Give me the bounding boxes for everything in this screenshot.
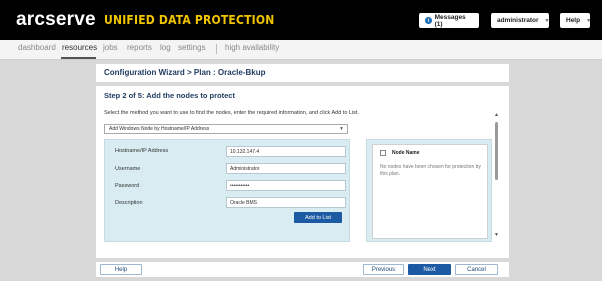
- selected-nodes-panel: Node Name No nodes have been chosen for …: [366, 139, 492, 242]
- help-label: Help: [566, 17, 581, 24]
- nav-resources[interactable]: resources: [62, 43, 97, 52]
- wizard-step-panel: Step 2 of 5: Add the nodes to protect Se…: [96, 86, 509, 258]
- info-icon: i: [425, 17, 432, 24]
- cancel-button[interactable]: Cancel: [455, 264, 498, 275]
- step-title: Step 2 of 5: Add the nodes to protect: [104, 91, 235, 100]
- active-tab-indicator: [61, 57, 96, 59]
- scroll-down-icon[interactable]: ▼: [494, 232, 499, 238]
- username-input[interactable]: Administrator: [226, 163, 346, 174]
- vertical-scrollbar[interactable]: ▲ ▼: [494, 112, 500, 240]
- nav-settings[interactable]: settings: [178, 43, 206, 52]
- user-label: administrator: [497, 17, 539, 24]
- select-all-checkbox[interactable]: [380, 150, 386, 156]
- node-name-column-header: Node Name: [392, 150, 420, 156]
- instructions-text: Select the method you want to use to fin…: [104, 110, 359, 116]
- next-button[interactable]: Next: [408, 264, 451, 275]
- chevron-down-icon: ▼: [586, 17, 592, 24]
- empty-list-message: No nodes have been chosen for protection…: [380, 164, 481, 177]
- chevron-down-icon: ▼: [544, 17, 550, 24]
- add-to-list-button[interactable]: Add to List: [294, 212, 342, 223]
- messages-button[interactable]: i Messages (1): [419, 13, 479, 28]
- nav-reports[interactable]: reports: [127, 43, 152, 52]
- nav-jobs[interactable]: jobs: [103, 43, 118, 52]
- add-method-select[interactable]: Add Windows Node by Hostname/IP Address …: [104, 124, 348, 134]
- add-method-value: Add Windows Node by Hostname/IP Address: [109, 126, 210, 132]
- messages-label: Messages (1): [434, 13, 466, 28]
- nav-high-availability[interactable]: high availability: [225, 43, 279, 52]
- previous-button[interactable]: Previous: [363, 264, 404, 275]
- wizard-title: Configuration Wizard > Plan : Oracle-Bku…: [104, 68, 266, 77]
- nav-divider: [216, 44, 217, 54]
- wizard-footer: Help Previous Next Cancel: [96, 262, 509, 277]
- product-name: UNIFIED DATA PROTECTION: [104, 13, 275, 27]
- user-menu-button[interactable]: administrator ▼: [491, 13, 550, 28]
- help-button[interactable]: Help: [100, 264, 142, 275]
- scroll-up-icon[interactable]: ▲: [494, 112, 499, 118]
- password-input[interactable]: •••••••••••: [226, 180, 346, 191]
- password-label: Password: [115, 183, 140, 189]
- main-nav: dashboard resources jobs reports log set…: [0, 40, 602, 60]
- help-menu-button[interactable]: Help ▼: [560, 13, 592, 28]
- description-input[interactable]: Oracle BMS: [226, 197, 346, 208]
- scrollbar-thumb[interactable]: [495, 122, 498, 180]
- description-label: Description: [115, 200, 143, 206]
- arcserve-logo: arcserve: [16, 9, 96, 30]
- hostname-input[interactable]: 10.132.147.4: [226, 146, 346, 157]
- username-label: Username: [115, 166, 141, 172]
- chevron-down-icon: ▼: [339, 126, 344, 132]
- hostname-label: Hostname/IP Address: [115, 148, 169, 154]
- top-header: arcserve UNIFIED DATA PROTECTION i Messa…: [0, 0, 602, 40]
- nav-dashboard[interactable]: dashboard: [18, 43, 56, 52]
- nav-log[interactable]: log: [160, 43, 171, 52]
- node-details-form: Hostname/IP Address 10.132.147.4 Usernam…: [104, 139, 350, 242]
- wizard-title-bar: Configuration Wizard > Plan : Oracle-Bku…: [96, 64, 509, 82]
- node-list: Node Name No nodes have been chosen for …: [372, 144, 488, 239]
